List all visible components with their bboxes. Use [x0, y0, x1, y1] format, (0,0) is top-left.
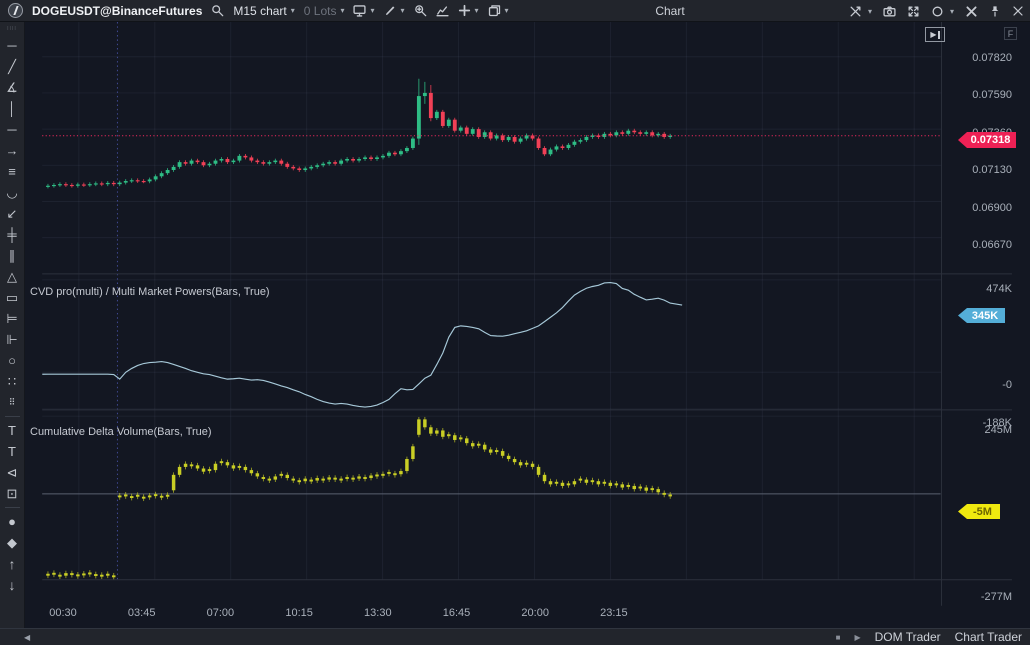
- tool-parallel-lines[interactable]: ∥: [0, 245, 25, 266]
- tool-note[interactable]: ⊡: [0, 483, 25, 504]
- collapse-left-icon[interactable]: ◀: [24, 633, 30, 642]
- marker-diamond[interactable]: ◆: [0, 532, 25, 553]
- tool-horizontal-ray[interactable]: ─: [0, 119, 25, 140]
- tool-text-locked[interactable]: T: [0, 420, 25, 441]
- tool-curve[interactable]: ◡: [0, 182, 25, 203]
- app-logo[interactable]: [8, 3, 23, 18]
- tool-price-label[interactable]: ⊲: [0, 462, 25, 483]
- cvd-pane-label[interactable]: CVD pro(multi) / Multi Market Powers(Bar…: [30, 286, 270, 298]
- tool-measure[interactable]: ╪: [0, 224, 25, 245]
- pointer-mode-icon[interactable]: [849, 5, 862, 18]
- shape-circle-icon[interactable]: [931, 5, 944, 18]
- tool-dots-pattern[interactable]: ∷: [0, 371, 25, 392]
- period-selector[interactable]: M15 chart: [233, 4, 286, 18]
- chevron-down-icon[interactable]: ▾: [340, 6, 344, 15]
- drawing-tools-sidebar: ∷∷ ─ ╱ ∡ │ ─ → ≡ ◡ ↙ ╪ ∥ △ ▭ ⊨ ⊩ ○ ∷ ⠿ T T ⊲ ⊡ ● ◆ ↑ ↓: [0, 22, 25, 628]
- tool-vertical-line[interactable]: │: [0, 98, 25, 119]
- chevron-down-icon[interactable]: ▾: [475, 6, 479, 15]
- tool-composite-profile[interactable]: ⊩: [0, 329, 25, 350]
- pane-fullscreen-button[interactable]: F: [1004, 27, 1017, 40]
- chevron-down-icon[interactable]: ▾: [868, 7, 872, 16]
- chevron-down-icon[interactable]: ▾: [291, 6, 295, 15]
- statusbar-right-cluster: ■ ▶ DOM Trader Chart Trader: [836, 630, 1030, 644]
- lots-selector[interactable]: 0 Lots: [304, 4, 337, 18]
- tool-rectangle[interactable]: ▭: [0, 287, 25, 308]
- settings-tools-icon[interactable]: [965, 5, 978, 18]
- tool-triangle[interactable]: △: [0, 266, 25, 287]
- tool-volume-profile[interactable]: ⊨: [0, 308, 25, 329]
- chart-canvas[interactable]: [0, 22, 1030, 628]
- templates-icon[interactable]: [488, 4, 501, 17]
- dom-trader-tab[interactable]: DOM Trader: [875, 630, 941, 644]
- tool-dots-grid[interactable]: ⠿: [0, 392, 25, 413]
- tool-text[interactable]: T: [0, 441, 25, 462]
- sidebar-separator: [4, 507, 20, 508]
- fullscreen-icon[interactable]: [907, 5, 920, 18]
- marker-arrow-up[interactable]: ↑: [0, 553, 25, 574]
- panel-drag-handle[interactable]: ∷∷: [0, 23, 25, 35]
- delta-pane-label[interactable]: Cumulative Delta Volume(Bars, True): [30, 426, 212, 438]
- tool-horizontal-line[interactable]: ─: [0, 35, 25, 56]
- chevron-down-icon[interactable]: ▾: [505, 6, 509, 15]
- chart-style-icon[interactable]: [435, 4, 449, 17]
- panel-square-icon[interactable]: ■: [836, 633, 841, 642]
- tool-arrow-marker[interactable]: ↙: [0, 203, 25, 224]
- tool-arrow-line[interactable]: →: [0, 140, 25, 161]
- tool-trend-line[interactable]: ╱: [0, 56, 25, 77]
- tool-angle[interactable]: ∡: [0, 77, 25, 98]
- chevron-down-icon[interactable]: ▾: [950, 7, 954, 16]
- status-bar: ◀ ■ ▶ DOM Trader Chart Trader: [0, 628, 1030, 645]
- tool-ellipse[interactable]: ○: [0, 350, 25, 371]
- add-indicator-icon[interactable]: [458, 4, 471, 17]
- screenshot-camera-icon[interactable]: [883, 5, 896, 18]
- chevron-down-icon[interactable]: ▾: [370, 6, 374, 15]
- chevron-down-icon[interactable]: ▾: [401, 6, 405, 15]
- sidebar-separator: [4, 416, 20, 417]
- jump-to-latest-button[interactable]: ▶: [925, 27, 945, 42]
- tool-parallel-channel[interactable]: ≡: [0, 161, 25, 182]
- trading-app-window: DOGEUSDT@BinanceFutures M15 chart ▾ 0 Lo…: [0, 0, 1030, 645]
- zoom-icon[interactable]: [414, 4, 427, 17]
- marker-arrow-down[interactable]: ↓: [0, 574, 25, 595]
- board-selector-icon[interactable]: [353, 4, 367, 17]
- play-icon: ▶: [930, 30, 937, 39]
- symbol-title[interactable]: DOGEUSDT@BinanceFutures: [32, 4, 202, 18]
- toolbar-right-cluster: ▾ ▾: [849, 0, 1024, 22]
- search-icon[interactable]: [211, 4, 224, 17]
- panel-play-icon[interactable]: ▶: [854, 633, 860, 642]
- chart-trader-tab[interactable]: Chart Trader: [955, 630, 1022, 644]
- panel-title: Chart: [655, 3, 685, 18]
- drawing-pencil-icon[interactable]: [384, 4, 397, 17]
- close-icon[interactable]: [1012, 5, 1024, 17]
- chart-toolbar: DOGEUSDT@BinanceFutures M15 chart ▾ 0 Lo…: [0, 0, 1030, 22]
- marker-circle[interactable]: ●: [0, 511, 25, 532]
- pin-icon[interactable]: [989, 5, 1001, 17]
